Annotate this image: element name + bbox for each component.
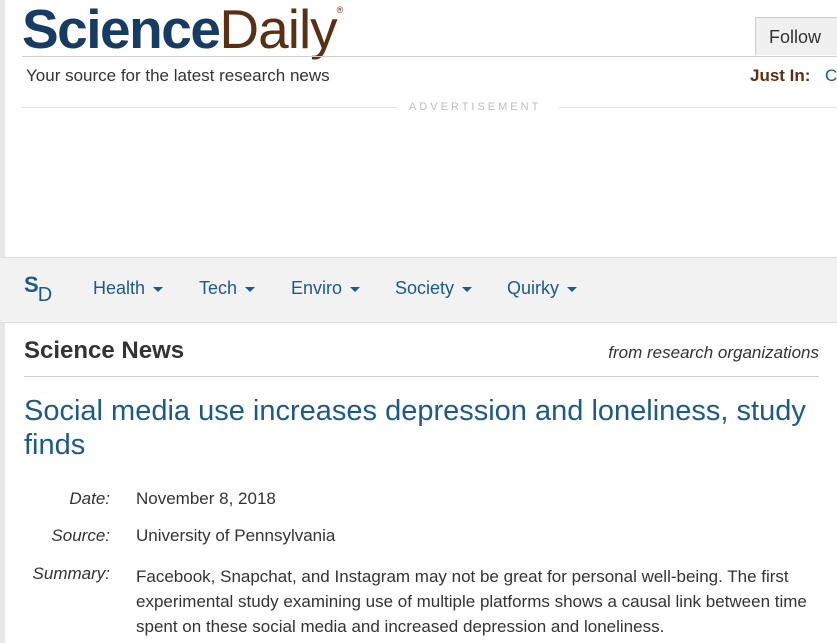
left-rail-lower (0, 322, 5, 643)
just-in-link[interactable]: C (825, 66, 837, 86)
logo-science: Science (22, 0, 221, 60)
follow-button[interactable]: Follow (755, 17, 837, 55)
nav-society[interactable]: Society (395, 278, 473, 299)
sciencedaily-logo[interactable]: ScienceDaily® (22, 2, 343, 57)
article-headline: Social media use increases depression an… (24, 395, 806, 461)
left-rail (0, 0, 5, 258)
summary-label: Summary: (32, 564, 110, 583)
caret-down-icon (245, 286, 256, 292)
caret-down-icon (350, 286, 361, 292)
header-divider (22, 56, 837, 57)
date-value: November 8, 2018 (136, 489, 276, 508)
nav-society-label: Society (395, 278, 455, 298)
nav-health[interactable]: Health (93, 278, 164, 299)
section-divider (24, 376, 819, 377)
date-label: Date: (69, 489, 110, 508)
caret-down-icon (462, 286, 473, 292)
nav-enviro[interactable]: Enviro (291, 278, 361, 299)
section-subtitle: from research organizations (608, 343, 819, 362)
nav-logo-s: S (24, 272, 39, 297)
nav-quirky[interactable]: Quirky (507, 278, 578, 299)
nav-tech[interactable]: Tech (199, 278, 256, 299)
nav-logo-d: D (37, 284, 53, 306)
tagline: Your source for the latest research news (26, 66, 330, 85)
section-title[interactable]: Science News (24, 337, 184, 365)
ad-divider-left (22, 107, 397, 108)
caret-down-icon (153, 286, 164, 292)
main-navbar: SD Health Tech Enviro Society Quirky (0, 257, 837, 323)
nav-enviro-label: Enviro (291, 278, 343, 298)
just-in-label: Just In: (750, 66, 811, 85)
registered-mark: ® (336, 5, 344, 15)
ad-divider-right (559, 107, 837, 108)
nav-health-label: Health (93, 278, 146, 298)
nav-quirky-label: Quirky (507, 278, 560, 298)
page: ScienceDaily® Your source for the latest… (0, 0, 837, 643)
nav-tech-label: Tech (199, 278, 238, 298)
source-value: University of Pennsylvania (136, 526, 336, 545)
caret-down-icon (567, 286, 578, 292)
summary-text: Facebook, Snapchat, and Instagram may no… (136, 567, 807, 636)
source-label: Source: (51, 526, 110, 545)
advertisement-label: ADVERTISEMENT (409, 101, 542, 113)
logo-daily: Daily (219, 0, 337, 60)
advertisement-header: ADVERTISEMENT (22, 100, 837, 114)
nav-home-logo[interactable]: SD (24, 272, 53, 306)
